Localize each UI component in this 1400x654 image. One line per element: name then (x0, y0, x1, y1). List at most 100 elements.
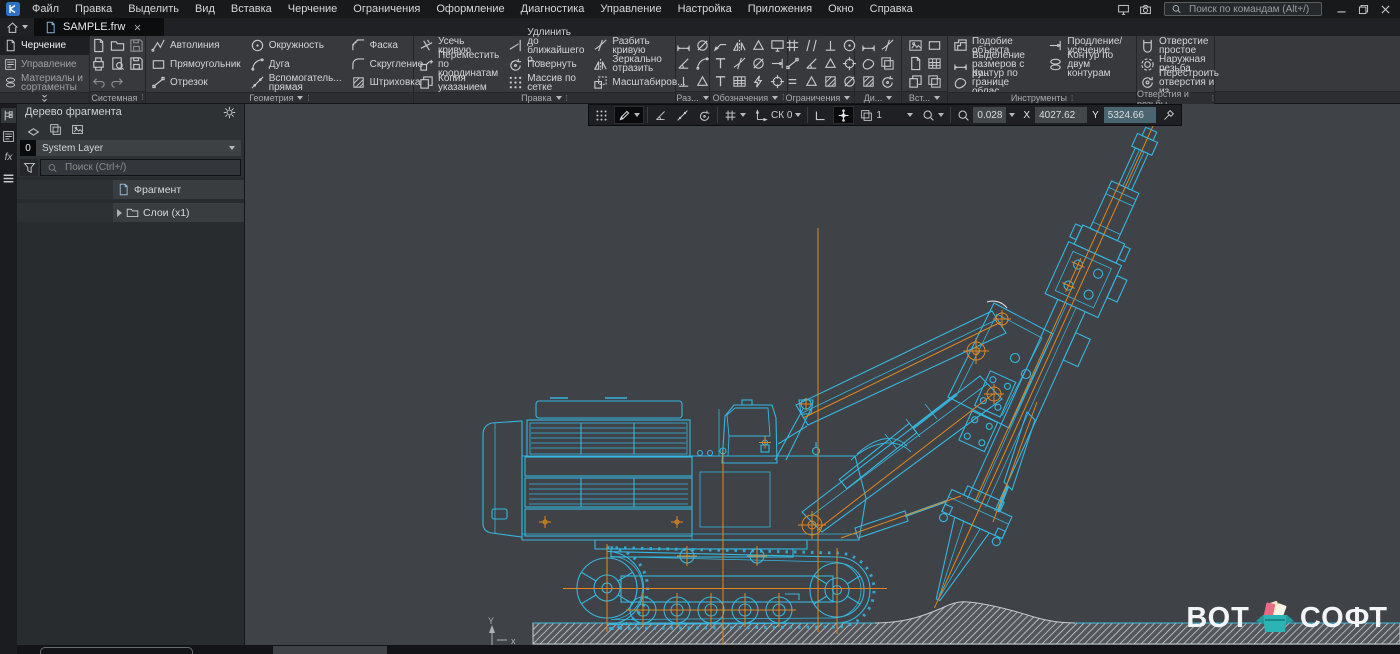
point-snap-button[interactable] (673, 106, 692, 124)
tri-dim-icon[interactable] (695, 74, 710, 89)
menu-item[interactable]: Выделить (120, 0, 187, 18)
screenshot-button[interactable] (1134, 2, 1156, 16)
workspace-tabs-expand[interactable] (0, 92, 89, 104)
ribbon-item-copy[interactable]: Копия указанием (419, 73, 499, 92)
perp-dim-icon[interactable] (676, 74, 691, 89)
snap-style-button[interactable] (614, 106, 644, 124)
ribbon-item-chamfer[interactable]: Фаска (351, 37, 424, 54)
coordinate-system-button[interactable]: СК 0 (752, 106, 804, 124)
angle-c-icon[interactable] (804, 56, 819, 71)
diameter-dim-icon[interactable] (695, 38, 710, 53)
measure-icon[interactable] (861, 38, 876, 53)
ribbon-item-array[interactable]: Массив по сетке (508, 73, 584, 92)
segment-c-icon[interactable] (785, 56, 800, 71)
menu-item[interactable]: Приложения (740, 0, 820, 18)
ribbon-item-arc[interactable]: Дуга (250, 56, 342, 73)
grid-dots-button[interactable] (592, 106, 611, 124)
arc-dim-icon[interactable] (695, 56, 710, 71)
print-icon[interactable] (91, 56, 106, 71)
ribbon-item-two-contours[interactable]: Контур по двум контурам (1048, 51, 1131, 79)
y-coordinate-field[interactable]: 5324.66 (1103, 107, 1156, 123)
filter-button[interactable] (20, 159, 38, 176)
insert-copy-icon[interactable] (908, 74, 923, 89)
chevron-down-icon[interactable] (555, 96, 562, 100)
insert-fragment-icon[interactable] (908, 56, 923, 71)
bolt-mark-icon[interactable] (751, 74, 766, 89)
angle-dim-icon[interactable] (676, 56, 691, 71)
menu-item[interactable]: Справка (862, 0, 921, 18)
menu-item[interactable]: Ограничения (345, 0, 428, 18)
datum-icon[interactable] (732, 56, 747, 71)
tree-search-input[interactable] (63, 161, 213, 174)
tri-c-icon[interactable] (823, 74, 838, 89)
insert-rect-icon[interactable] (927, 38, 942, 53)
ribbon-item-fillet[interactable]: Скругление (351, 56, 423, 73)
diam-mark-icon[interactable] (751, 56, 766, 71)
command-search[interactable] (1164, 2, 1322, 16)
chevron-down-icon[interactable] (886, 95, 893, 100)
tree-node-layers[interactable]: Слои (x1) (17, 203, 244, 222)
parameters-panel-button[interactable] (1, 129, 16, 144)
refresh-icon[interactable] (880, 74, 895, 89)
undo-icon[interactable] (91, 74, 106, 89)
circle-snap-button[interactable] (695, 106, 714, 124)
command-search-input[interactable] (1187, 2, 1317, 16)
document-tab[interactable]: SAMPLE.frw (34, 18, 164, 36)
ribbon-item-extend[interactable]: Удлинить до ближайшего о... (508, 27, 584, 64)
ribbon-item-rectangle[interactable]: Прямоугольник (151, 56, 241, 73)
redo-icon[interactable] (110, 74, 125, 89)
ribbon-item-rotate[interactable]: Повернуть (508, 56, 584, 73)
snap-toggle-button[interactable] (833, 106, 855, 124)
tab-materials[interactable]: Материалы и сортаменты (0, 73, 89, 92)
bottom-pill[interactable] (40, 647, 193, 654)
ribbon-item-segment[interactable]: Отрезок (151, 74, 241, 91)
open-icon[interactable] (110, 38, 125, 53)
align-icon[interactable] (785, 38, 800, 53)
new-doc-icon[interactable] (91, 38, 106, 53)
save-as-icon[interactable] (129, 56, 144, 71)
layers-d-icon[interactable] (880, 56, 895, 71)
home-button[interactable] (0, 18, 34, 36)
chevron-down-icon[interactable] (934, 95, 941, 100)
menu-item[interactable]: Диагностика (513, 0, 593, 18)
kompas-logo-icon[interactable] (6, 2, 20, 16)
menu-item[interactable]: Черчение (280, 0, 346, 18)
ribbon-item-hole[interactable]: Отверстие простое (1140, 36, 1219, 55)
save-icon[interactable] (129, 38, 144, 53)
big-text-icon[interactable] (713, 74, 728, 89)
tab-management[interactable]: Управление (0, 55, 89, 74)
menu-item[interactable]: Окно (820, 0, 862, 18)
ribbon-item-contour[interactable]: Контур по границе облас... (953, 69, 1039, 97)
layer-flat-icon[interactable] (27, 123, 40, 136)
eyedropper-button[interactable] (1159, 106, 1178, 124)
ribbon-item-split[interactable]: Разбить кривую (593, 36, 685, 55)
expand-arrow-icon[interactable] (117, 208, 122, 217)
tab-drafting[interactable]: Черчение (0, 36, 89, 55)
ribbon-item-move[interactable]: Переместить по координатам (419, 50, 499, 78)
menu-item[interactable]: Правка (67, 0, 120, 18)
layers-icon[interactable] (49, 123, 62, 136)
close-button[interactable] (1374, 2, 1396, 16)
tree-panel-button[interactable] (1, 108, 16, 123)
angle-snap-button[interactable] (651, 106, 670, 124)
chevron-down-icon[interactable] (772, 95, 779, 100)
menu-item[interactable]: Вставка (223, 0, 280, 18)
chevron-down-icon[interactable] (297, 96, 304, 100)
insert-layers-icon[interactable] (927, 74, 942, 89)
restore-button[interactable] (1352, 2, 1374, 16)
insert-table-icon[interactable] (927, 56, 942, 71)
cut-icon[interactable] (770, 56, 785, 71)
x-coordinate-field[interactable]: 4027.62 (1035, 107, 1088, 123)
menu-item[interactable]: Настройка (670, 0, 740, 18)
variables-panel-button[interactable]: fx (1, 150, 16, 165)
zoom-scale-value[interactable]: 0.028 (973, 107, 1007, 123)
fix-icon[interactable] (823, 56, 838, 71)
mark-icon[interactable] (732, 38, 747, 53)
preview-icon[interactable] (110, 56, 125, 71)
check-hatch-icon[interactable] (861, 74, 876, 89)
tree-node-fragment[interactable]: Фрагмент (17, 180, 244, 199)
chevron-down-icon[interactable] (844, 95, 851, 100)
tree-search-field[interactable] (40, 159, 241, 176)
leader-icon[interactable] (713, 38, 728, 53)
menu-item[interactable]: Оформление (428, 0, 512, 18)
